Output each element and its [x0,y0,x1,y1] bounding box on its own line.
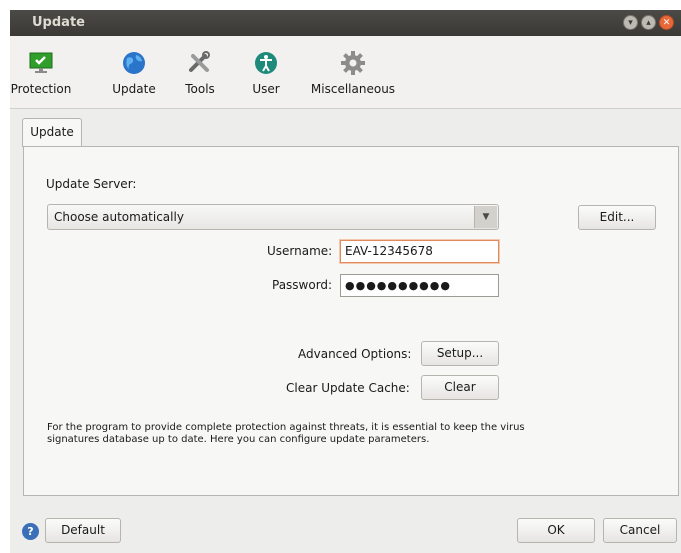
advanced-options-label: Advanced Options: [298,347,412,361]
password-label: Password: [272,278,333,292]
window-title: Update [32,15,85,30]
toolbar-item-tools[interactable]: Tools [178,50,222,96]
clear-button[interactable]: Clear [421,375,499,400]
tab-update[interactable]: Update [22,118,82,147]
title-bar[interactable]: Update ▾ ▴ ✕ [10,10,681,36]
clear-update-cache-label: Clear Update Cache: [286,381,410,395]
close-icon[interactable]: ✕ [659,15,674,30]
update-window: Update ▾ ▴ ✕ Protection Update Tools Use… [10,10,681,553]
tools-icon [189,51,210,72]
default-button[interactable]: Default [45,518,121,543]
toolbar-label: Protection [10,82,72,96]
help-icon[interactable]: ? [22,523,39,540]
toolbar-item-protection[interactable]: Protection [10,50,72,96]
password-field[interactable]: ●●●●●●●●●● [340,274,499,297]
toolbar-item-user[interactable]: User [246,50,286,96]
cancel-button[interactable]: Cancel [603,518,677,543]
info-line: For the program to provide complete prot… [47,422,525,433]
toolbar-label: Update [112,82,156,96]
edit-button[interactable]: Edit... [578,205,656,230]
info-text: For the program to provide complete prot… [47,422,647,446]
update-server-label: Update Server: [46,177,137,191]
chevron-down-icon[interactable]: ▼ [474,206,497,228]
toolbar-label: Tools [185,82,215,96]
toolbar-label: Miscellaneous [310,82,396,96]
user-accessibility-icon [255,52,277,74]
maximize-icon[interactable]: ▴ [641,15,656,30]
username-label: Username: [267,244,333,258]
username-field[interactable]: EAV-12345678 [340,240,499,263]
globe-icon [123,52,145,74]
toolbar-item-miscellaneous[interactable]: Miscellaneous [308,50,398,96]
toolbar-item-update[interactable]: Update [98,50,170,96]
info-line: signatures database up to date. Here you… [47,434,430,445]
update-server-value: Choose automatically [54,210,184,224]
toolbar-label: User [252,82,280,96]
ok-button[interactable]: OK [517,518,595,543]
monitor-check-icon [29,52,53,73]
toolbar: Protection Update Tools User Miscellaneo… [10,36,681,109]
update-server-select[interactable]: Choose automatically ▼ [47,204,499,230]
setup-button[interactable]: Setup... [421,341,499,366]
minimize-icon[interactable]: ▾ [623,15,638,30]
gear-icon [341,51,365,75]
